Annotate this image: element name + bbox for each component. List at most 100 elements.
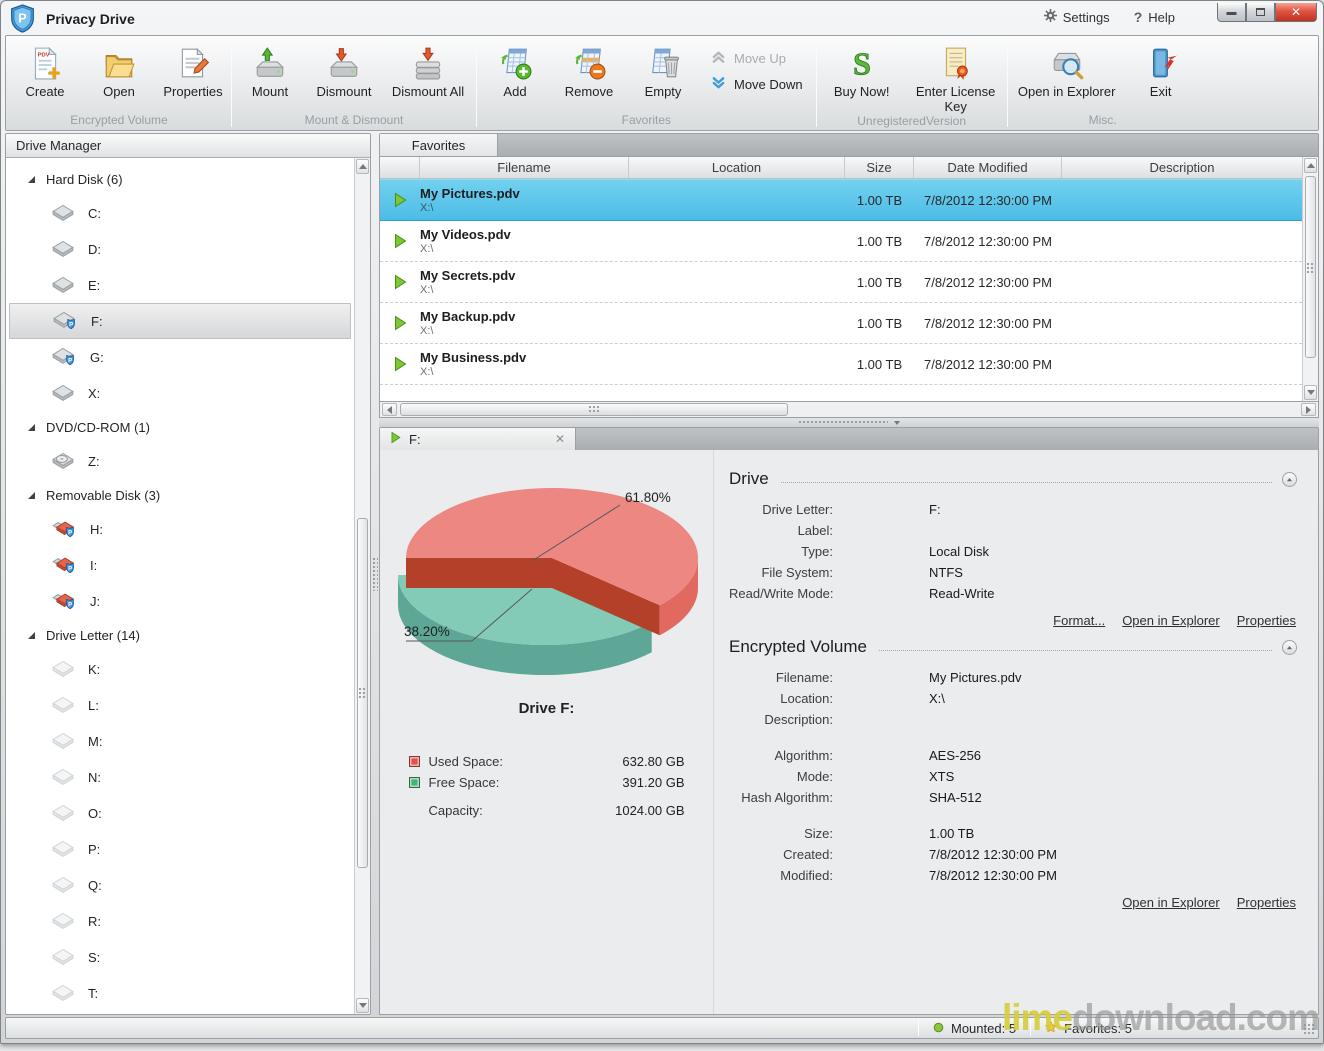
exit-button[interactable]: Exit bbox=[1125, 40, 1197, 99]
svg-text:PDV: PDV bbox=[38, 53, 50, 59]
settings-button[interactable]: Settings bbox=[1032, 3, 1122, 27]
column-header-date-modified[interactable]: Date Modified bbox=[914, 157, 1062, 178]
move-up-button[interactable]: Move Up bbox=[711, 50, 803, 67]
link-properties[interactable]: Properties bbox=[1237, 895, 1296, 910]
create-button[interactable]: PDVCreate bbox=[8, 40, 82, 99]
tree-scrollbar-thumb[interactable] bbox=[357, 518, 368, 869]
tree-group-drive-letter-14-[interactable]: Drive Letter (14) bbox=[6, 619, 354, 651]
table-row[interactable]: My Videos.pdvX:\1.00 TB7/8/2012 12:30:00… bbox=[380, 221, 1302, 262]
maximize-button[interactable] bbox=[1246, 3, 1275, 22]
tree-item-e[interactable]: E: bbox=[9, 267, 351, 303]
table-hscrollbar-thumb[interactable] bbox=[400, 403, 788, 416]
column-header-location[interactable]: Location bbox=[629, 157, 845, 178]
tree-item-p[interactable]: P: bbox=[9, 831, 351, 867]
table-row[interactable]: My Business.pdvX:\1.00 TB7/8/2012 12:30:… bbox=[380, 344, 1302, 385]
help-button[interactable]: ? Help bbox=[1122, 3, 1187, 27]
tree-item-t[interactable]: T: bbox=[9, 975, 351, 1011]
filename-text: My Backup.pdv bbox=[420, 309, 629, 324]
table-scrollbar[interactable] bbox=[1302, 157, 1318, 401]
tree-item-f[interactable]: PF: bbox=[9, 303, 351, 339]
buy-now-button[interactable]: SBuy Now! bbox=[818, 40, 906, 99]
tree-item-o[interactable]: O: bbox=[9, 795, 351, 831]
tab-close-icon[interactable]: ✕ bbox=[555, 432, 565, 446]
dismount-button[interactable]: Dismount bbox=[307, 40, 381, 99]
toolbar-button-label: Dismount bbox=[317, 84, 372, 99]
tree-item-k[interactable]: K: bbox=[9, 651, 351, 687]
expander-icon[interactable] bbox=[27, 488, 36, 503]
link-open-in-explorer[interactable]: Open in Explorer bbox=[1122, 613, 1220, 628]
tab-drive-f[interactable]: F: ✕ bbox=[380, 428, 576, 450]
horizontal-splitter[interactable] bbox=[379, 418, 1319, 427]
link-format-[interactable]: Format... bbox=[1053, 613, 1105, 628]
free-space-swatch bbox=[409, 777, 420, 788]
expander-icon[interactable] bbox=[27, 420, 36, 435]
tree-item-x[interactable]: X: bbox=[9, 375, 351, 411]
tree-group-removable-disk-3-[interactable]: Removable Disk (3) bbox=[6, 479, 354, 511]
tree-group-hard-disk-6-[interactable]: Hard Disk (6) bbox=[6, 163, 354, 195]
tree-group-dvd-cd-rom-1-[interactable]: DVD/CD-ROM (1) bbox=[6, 411, 354, 443]
statusbar: Mounted: 5 Favorites: 5 bbox=[5, 1017, 1319, 1039]
tab-favorites[interactable]: Favorites bbox=[380, 134, 498, 156]
tree-item-r[interactable]: R: bbox=[9, 903, 351, 939]
table-scrollbar-thumb[interactable] bbox=[1305, 176, 1316, 358]
column-header-icon[interactable] bbox=[380, 157, 420, 178]
tree-item-s[interactable]: S: bbox=[9, 939, 351, 975]
link-open-in-explorer[interactable]: Open in Explorer bbox=[1122, 895, 1220, 910]
properties-button[interactable]: Properties bbox=[156, 40, 230, 99]
tree-scroll-up-icon[interactable] bbox=[356, 159, 369, 174]
close-button[interactable]: ✕ bbox=[1275, 3, 1317, 22]
tree-item-j[interactable]: PJ: bbox=[9, 583, 351, 619]
tree-item-i[interactable]: PI: bbox=[9, 547, 351, 583]
drive-letter-label: O: bbox=[88, 806, 102, 821]
tree-item-m[interactable]: M: bbox=[9, 723, 351, 759]
tree-scrollbar[interactable] bbox=[354, 158, 370, 1014]
tree-item-n[interactable]: N: bbox=[9, 759, 351, 795]
tree-item-c[interactable]: C: bbox=[9, 195, 351, 231]
empty-button[interactable]: Empty bbox=[626, 40, 700, 99]
column-header-size[interactable]: Size bbox=[845, 157, 914, 178]
table-row[interactable]: My Secrets.pdvX:\1.00 TB7/8/2012 12:30:0… bbox=[380, 262, 1302, 303]
table-scroll-left-icon[interactable] bbox=[382, 403, 397, 416]
minimize-button[interactable]: ▬ bbox=[1217, 3, 1246, 22]
drive-collapse-button[interactable] bbox=[1282, 472, 1297, 487]
filename-text: My Pictures.pdv bbox=[420, 186, 629, 201]
volume-collapse-button[interactable] bbox=[1282, 640, 1297, 655]
expander-icon[interactable] bbox=[27, 628, 36, 643]
panel-splitter[interactable] bbox=[371, 133, 379, 1015]
resize-grip[interactable] bbox=[1303, 1023, 1316, 1036]
tree-item-h[interactable]: PH: bbox=[9, 511, 351, 547]
remove-button[interactable]: Remove bbox=[552, 40, 626, 99]
field-label: Created: bbox=[729, 847, 833, 862]
open-in-explorer-button[interactable]: Open in Explorer bbox=[1009, 40, 1125, 99]
table-scroll-up-icon[interactable] bbox=[1304, 158, 1317, 173]
table-hscrollbar[interactable] bbox=[379, 402, 1319, 418]
toolbar-button-label: Move Down bbox=[734, 77, 803, 92]
field-value: 7/8/2012 12:30:00 PM bbox=[929, 847, 1297, 862]
dismount-all-button[interactable]: Dismount All bbox=[381, 40, 475, 99]
favorites-tabbar: Favorites bbox=[379, 133, 1319, 156]
add-button[interactable]: Add bbox=[478, 40, 552, 99]
expander-icon[interactable] bbox=[27, 172, 36, 187]
tree-item-z[interactable]: Z: bbox=[9, 443, 351, 479]
mounted-dot-icon bbox=[933, 1021, 944, 1036]
tree-item-q[interactable]: Q: bbox=[9, 867, 351, 903]
mount-button[interactable]: Mount bbox=[233, 40, 307, 99]
link-properties[interactable]: Properties bbox=[1237, 613, 1296, 628]
tree-item-u[interactable]: U: bbox=[9, 1011, 351, 1014]
license-key-button[interactable]: Enter License Key bbox=[906, 40, 1006, 114]
move-down-button[interactable]: Move Down bbox=[711, 76, 803, 93]
table-scroll-down-icon[interactable] bbox=[1304, 385, 1317, 400]
tree-item-l[interactable]: L: bbox=[9, 687, 351, 723]
toolbar-group: Open in ExplorerExitMisc. bbox=[1009, 38, 1197, 130]
open-button[interactable]: Open bbox=[82, 40, 156, 99]
field-row: Hash Algorithm:SHA-512 bbox=[729, 787, 1297, 808]
tree-scroll-down-icon[interactable] bbox=[356, 998, 369, 1013]
table-scroll-right-icon[interactable] bbox=[1301, 403, 1316, 416]
tree-item-d[interactable]: D: bbox=[9, 231, 351, 267]
column-header-filename[interactable]: Filename bbox=[420, 157, 629, 178]
info-pane: Drive Drive Letter:F:Label:Type:Local Di… bbox=[714, 450, 1318, 1014]
table-row[interactable]: My Pictures.pdvX:\1.00 TB7/8/2012 12:30:… bbox=[380, 179, 1302, 221]
column-header-description[interactable]: Description bbox=[1062, 157, 1302, 178]
table-row[interactable]: My Backup.pdvX:\1.00 TB7/8/2012 12:30:00… bbox=[380, 303, 1302, 344]
tree-item-g[interactable]: PG: bbox=[9, 339, 351, 375]
